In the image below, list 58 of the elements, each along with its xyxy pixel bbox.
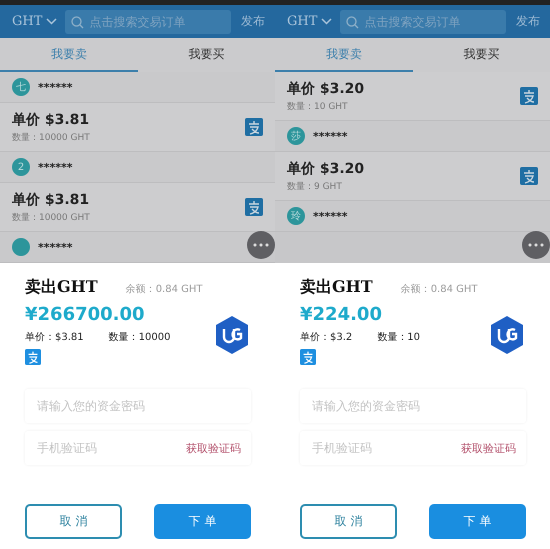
avatar: 2 [12,158,30,176]
alipay-icon [245,118,263,136]
unit-price: 单价 $3.81 [12,190,90,208]
unit-price: 单价 $3.81 [12,110,90,128]
unit-price: 单价：$3.2 [300,330,352,344]
hexagon-logo-icon [214,314,250,354]
currency-dropdown[interactable]: GHT [12,14,58,29]
quantity: 数量：9 GHT [287,180,343,192]
total-amount: ¥266700.00 [25,304,145,325]
seller-name: ****** [38,240,73,254]
get-code-link[interactable]: 获取验证码 [461,441,516,456]
seller-name: ****** [38,80,73,94]
alipay-icon [520,167,538,185]
balance: 余额：0.84 GHT [400,282,478,296]
get-code-link[interactable]: 获取验证码 [186,441,241,456]
quantity: 数量：10000 GHT [12,132,90,144]
alipay-icon [300,349,316,365]
seller-name: ****** [313,130,348,142]
search-field[interactable]: 点击搜索交易订单 [340,10,506,34]
unit-price: 单价 $3.20 [287,80,364,98]
search-icon [71,16,84,28]
total-amount: ¥224.00 [300,304,382,325]
alipay-icon [25,349,41,365]
sheet-title: 卖出GHT [25,277,98,298]
sheet-title: 卖出GHT [300,277,373,298]
tab[interactable]: 我要买 [412,38,550,72]
more-icon[interactable] [247,231,275,259]
chevron-icon [321,18,332,25]
quantity: 数量：10000 [108,331,170,344]
password-field[interactable]: 请输入您的资金密码 [300,389,526,423]
search-field[interactable]: 点击搜索交易订单 [65,10,231,34]
cancel-button[interactable]: 取 消 [25,504,122,539]
avatar: 莎 [287,127,305,145]
place-order-button[interactable]: 下 单 [429,504,526,539]
publish-button[interactable]: 发布 [239,13,267,30]
quantity: 数量：10 [377,331,420,344]
avatar [12,238,30,256]
alipay-icon [245,198,263,216]
unit-price: 单价：$3.81 [25,330,84,344]
place-order-button[interactable]: 下 单 [154,504,251,539]
tab[interactable]: 我要买 [138,38,275,72]
chevron-icon [46,18,58,25]
cancel-button[interactable]: 取 消 [300,504,397,539]
seller-name: ****** [38,160,73,174]
avatar: 玲 [287,207,305,225]
hexagon-logo-icon [489,314,525,354]
password-field[interactable]: 请输入您的资金密码 [25,389,251,423]
balance: 余额：0.84 GHT [126,282,203,296]
currency-dropdown[interactable]: GHT [287,14,332,29]
search-icon [346,16,360,28]
more-icon[interactable] [522,231,550,259]
quantity: 数量：10000 GHT [12,212,90,224]
unit-price: 单价 $3.20 [287,160,364,178]
seller-name: ****** [313,210,348,222]
publish-button[interactable]: 发布 [514,13,542,30]
alipay-icon [520,87,538,105]
avatar: 七 [12,78,30,96]
quantity: 数量：10 GHT [287,100,349,112]
